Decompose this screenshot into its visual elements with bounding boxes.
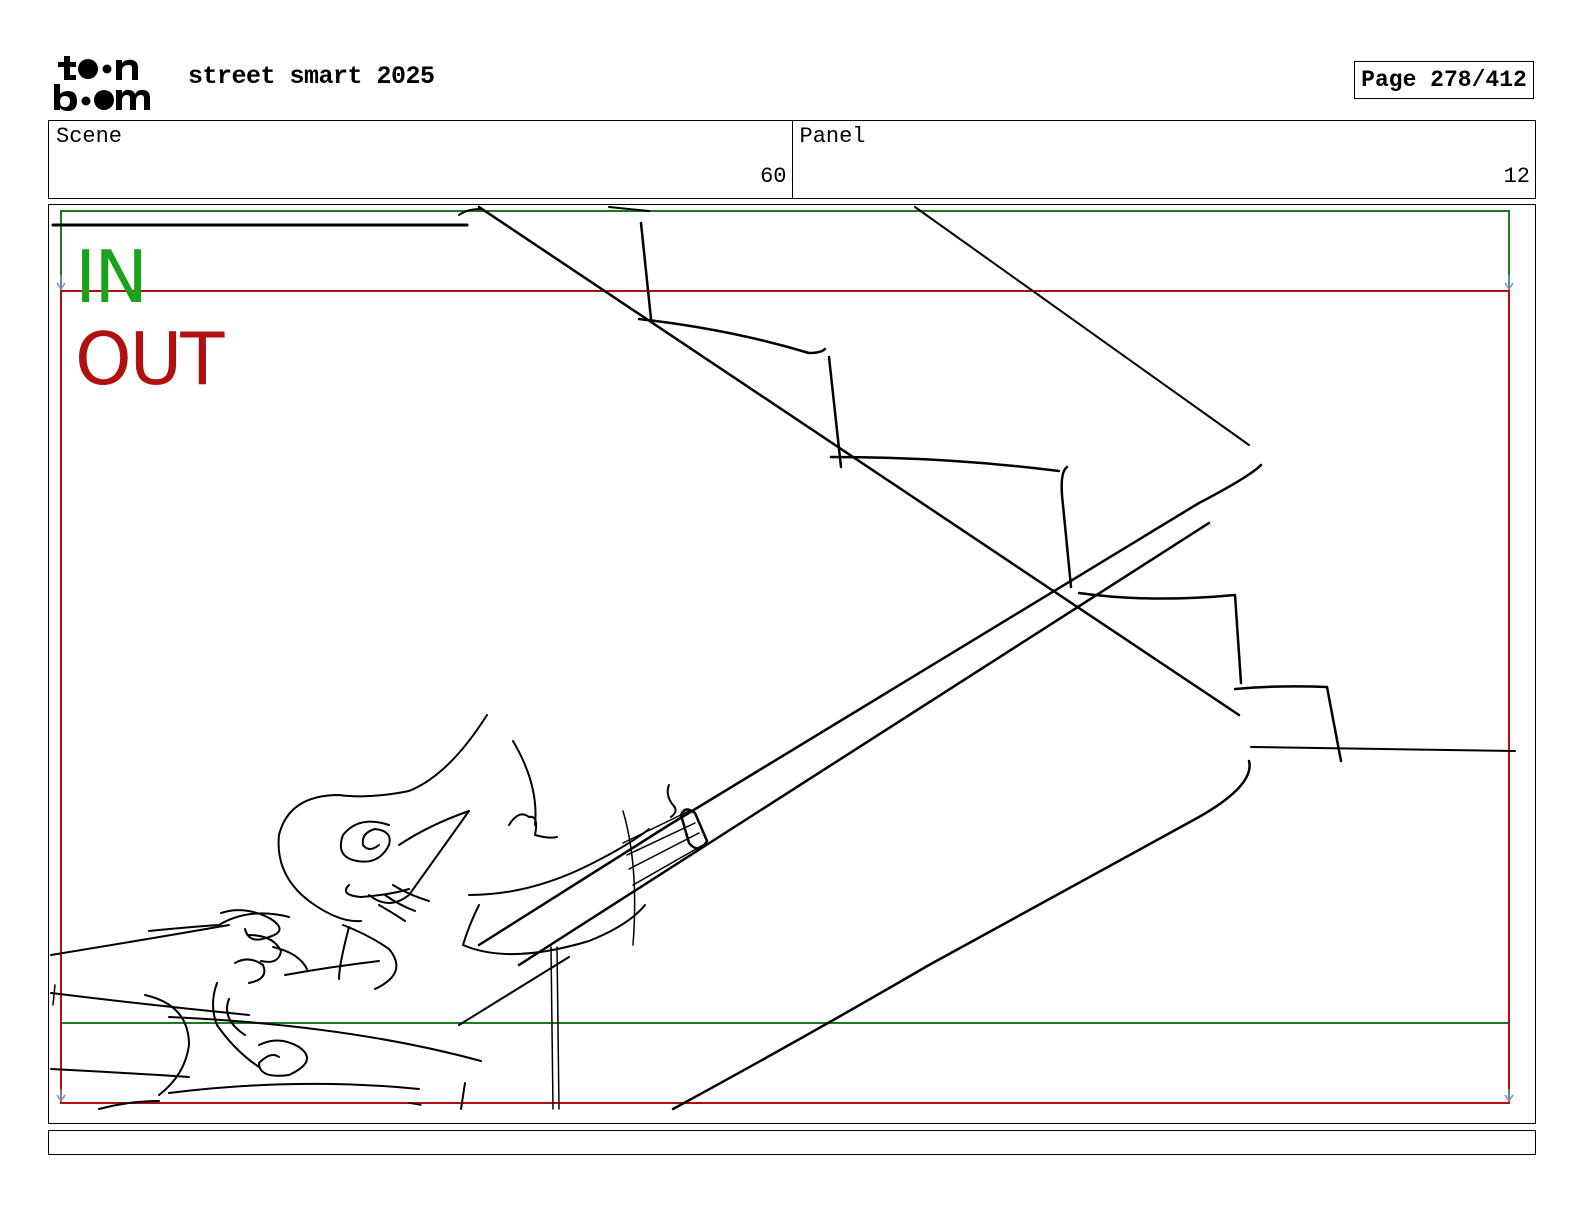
page-indicator: Page 278/412 bbox=[1354, 61, 1534, 99]
panel-sketch bbox=[50, 205, 1516, 1111]
project-title: street smart 2025 bbox=[188, 62, 435, 91]
panel-cell: Panel 12 bbox=[791, 121, 1536, 198]
storyboard-panel: IN OUT bbox=[48, 204, 1536, 1124]
toon-boom-logo-mark bbox=[54, 56, 150, 111]
camera-move-arrows bbox=[56, 275, 1514, 1103]
toon-boom-logo bbox=[52, 52, 164, 112]
scene-panel-info: Scene 60 Panel 12 bbox=[48, 120, 1536, 199]
camera-in-frame bbox=[60, 210, 1510, 1024]
camera-in-label: IN bbox=[75, 235, 148, 319]
scene-label: Scene bbox=[56, 124, 123, 149]
camera-out-label: OUT bbox=[75, 317, 224, 401]
panel-number: 12 bbox=[1503, 164, 1530, 189]
scene-number: 60 bbox=[760, 164, 787, 189]
scene-cell: Scene 60 bbox=[49, 121, 792, 198]
sketch-lines bbox=[50, 205, 1516, 1111]
panel-label: Panel bbox=[799, 124, 866, 149]
caption-box bbox=[48, 1130, 1536, 1155]
